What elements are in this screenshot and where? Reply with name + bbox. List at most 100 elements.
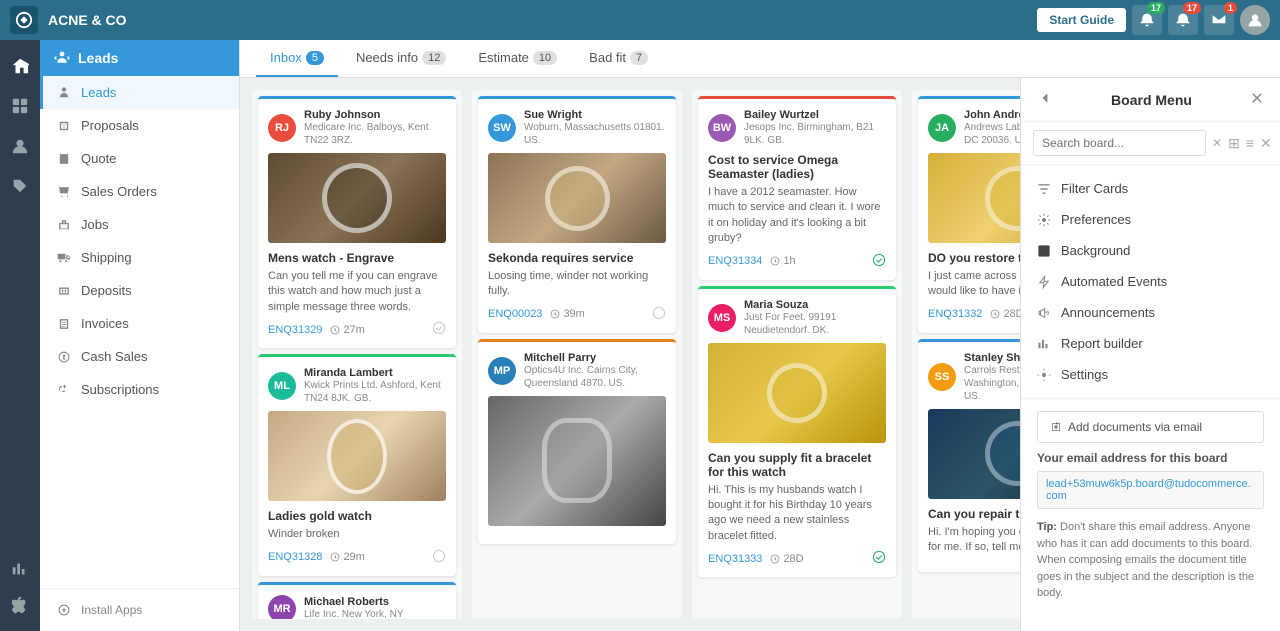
nav-item-cash-sales[interactable]: Cash Sales: [40, 340, 239, 373]
card-desc-sue: Loosing time, winder not working fully.: [488, 269, 666, 300]
card-michael-roberts[interactable]: MR Michael Roberts Life Inc. New York, N…: [258, 582, 456, 619]
card-customer-michael: Michael Roberts: [304, 596, 404, 608]
company-name: ACNE & CO: [48, 12, 1027, 28]
menu-item-automated-events[interactable]: Automated Events: [1021, 266, 1280, 297]
card-customer-ruby: Ruby Johnson: [304, 109, 446, 121]
sidebar-home-icon[interactable]: [2, 48, 38, 84]
card-company-ruby: Medicare Inc. Balboys, Kent TN22 3RZ.: [304, 121, 446, 147]
nav-item-sales-orders[interactable]: Sales Orders: [40, 175, 239, 208]
card-ruby-johnson[interactable]: RJ Ruby Johnson Medicare Inc. Balboys, K…: [258, 96, 456, 348]
board-menu-close-button[interactable]: [1250, 91, 1264, 108]
nav-item-leads[interactable]: Leads: [40, 76, 239, 109]
card-ref-miranda: ENQ31328: [268, 551, 322, 563]
sidebar-bottom: [2, 551, 38, 623]
board-menu-search-section: ✕ ⊞ ≡ ✕: [1021, 122, 1280, 165]
nav-item-subscriptions[interactable]: Subscriptions: [40, 373, 239, 406]
install-apps-button[interactable]: Install Apps: [54, 597, 225, 623]
nav-header: Leads: [40, 40, 239, 76]
card-mitchell-parry[interactable]: MP Mitchell Parry Optics4U Inc. Cairns C…: [478, 339, 676, 544]
menu-item-filter-cards[interactable]: Filter Cards: [1021, 173, 1280, 204]
board-menu-body: Add documents via email Your email addre…: [1021, 399, 1280, 631]
card-bailey-wurtzel[interactable]: BW Bailey Wurtzel Jesops Inc. Birmingham…: [698, 96, 896, 280]
card-ref-bailey: ENQ31334: [708, 255, 762, 267]
nav-item-jobs[interactable]: Jobs: [40, 208, 239, 241]
card-ref-john: ENQ31332: [928, 308, 982, 320]
tab-inbox[interactable]: Inbox 5: [256, 40, 338, 77]
kanban-col-1: RJ Ruby Johnson Medicare Inc. Balboys, K…: [252, 90, 462, 619]
nav-item-deposits[interactable]: Deposits: [40, 274, 239, 307]
tip-label: Tip:: [1037, 521, 1057, 533]
notifications-icon1[interactable]: 17: [1132, 5, 1162, 35]
card-ref-maria: ENQ31333: [708, 553, 762, 565]
kanban-board: RJ Ruby Johnson Medicare Inc. Balboys, K…: [240, 78, 1020, 631]
kanban-area: RJ Ruby Johnson Medicare Inc. Balboys, K…: [240, 78, 1280, 631]
card-avatar-maria: MS: [708, 304, 736, 332]
tab-bad-fit[interactable]: Bad fit 7: [575, 40, 662, 77]
card-time-ruby: 27m: [330, 324, 364, 336]
card-company-mitchell: Optics4U Inc. Cairns City, Queensland 48…: [524, 364, 666, 390]
search-close-icon[interactable]: ✕: [1260, 135, 1272, 152]
card-miranda-lambert[interactable]: ML Miranda Lambert Kwick Prints Ltd. Ash…: [258, 354, 456, 575]
card-title-ruby: Mens watch - Engrave: [268, 251, 446, 265]
card-avatar-michael: MR: [268, 595, 296, 619]
tab-estimate[interactable]: Estimate 10: [464, 40, 571, 77]
menu-settings-label: Settings: [1061, 367, 1108, 382]
search-clear-icon[interactable]: ✕: [1212, 136, 1222, 150]
kanban-col-1-cards: RJ Ruby Johnson Medicare Inc. Balboys, K…: [252, 90, 462, 619]
menu-automated-events-label: Automated Events: [1061, 274, 1167, 289]
card-customer-stanley: Stanley Shover: [964, 352, 1020, 364]
notifications-icon2[interactable]: 17: [1168, 5, 1198, 35]
menu-item-report-builder[interactable]: Report builder: [1021, 328, 1280, 359]
topbar: ACNE & CO Start Guide 17 17 1: [0, 0, 1280, 40]
kanban-col-2-cards: SW Sue Wright Woburn, Massachusetts 0180…: [472, 90, 682, 550]
card-image-john: [928, 153, 1020, 243]
nav-item-invoices[interactable]: Invoices: [40, 307, 239, 340]
card-john-andrews[interactable]: JA John Andrews Andrews Labs Inc. Washin…: [918, 96, 1020, 333]
sidebar-tag-icon[interactable]: [2, 168, 38, 204]
card-title-stanley: Can you repair this?: [928, 507, 1020, 521]
sidebar-settings-icon[interactable]: [2, 587, 38, 623]
menu-report-builder-label: Report builder: [1061, 336, 1143, 351]
start-guide-button[interactable]: Start Guide: [1037, 8, 1126, 32]
card-image-mitchell: [488, 396, 666, 526]
card-info-maria: Maria Souza Just For Feet. 99191 Neudiet…: [744, 299, 886, 337]
card-title-miranda: Ladies gold watch: [268, 509, 446, 523]
menu-item-announcements[interactable]: Announcements: [1021, 297, 1280, 328]
messages-icon[interactable]: 1: [1204, 5, 1234, 35]
card-time-miranda: 29m: [330, 551, 364, 563]
topbar-actions: Start Guide 17 17 1: [1037, 5, 1270, 35]
search-grid-icon[interactable]: ≡: [1246, 135, 1254, 151]
board-search-input[interactable]: [1033, 130, 1206, 156]
notification-badge1: 17: [1147, 2, 1165, 14]
card-customer-john: John Andrews: [964, 109, 1020, 121]
nav-item-quote[interactable]: Quote: [40, 142, 239, 175]
add-documents-label: Add documents via email: [1068, 420, 1202, 434]
card-time-maria: 28D: [770, 553, 803, 565]
tab-needs-info[interactable]: Needs info 12: [342, 40, 460, 77]
user-avatar[interactable]: [1240, 5, 1270, 35]
nav-item-shipping[interactable]: Shipping: [40, 241, 239, 274]
card-customer-maria: Maria Souza: [744, 299, 886, 311]
nav-item-proposals[interactable]: Proposals: [40, 109, 239, 142]
app-logo[interactable]: [10, 6, 38, 34]
board-menu-back-button[interactable]: [1037, 90, 1053, 109]
sidebar-chart-icon[interactable]: [2, 551, 38, 587]
card-customer-bailey: Bailey Wurtzel: [744, 109, 886, 121]
card-maria-souza[interactable]: MS Maria Souza Just For Feet. 99191 Neud…: [698, 286, 896, 578]
card-company-maria: Just For Feet. 99191 Neudietendorf. DK.: [744, 311, 886, 337]
add-documents-button[interactable]: Add documents via email: [1037, 411, 1264, 443]
card-sue-wright[interactable]: SW Sue Wright Woburn, Massachusetts 0180…: [478, 96, 676, 333]
search-filter-icon[interactable]: ⊞: [1228, 135, 1240, 152]
menu-item-settings[interactable]: Settings: [1021, 359, 1280, 390]
card-check-sue: [652, 306, 666, 323]
tip-content: Don't share this email address. Anyone w…: [1037, 521, 1254, 599]
menu-item-preferences[interactable]: Preferences: [1021, 204, 1280, 235]
kanban-col-4: JA John Andrews Andrews Labs Inc. Washin…: [912, 90, 1020, 619]
sidebar-user-icon[interactable]: [2, 128, 38, 164]
menu-item-background[interactable]: Background: [1021, 235, 1280, 266]
email-value[interactable]: lead+53muw6k5p.board@tudocommerce.com: [1037, 471, 1264, 509]
sidebar-grid-icon[interactable]: [2, 88, 38, 124]
card-stanley-shover[interactable]: SS Stanley Shover Carrols Restaurant Gro…: [918, 339, 1020, 572]
tab-estimate-count: 10: [533, 51, 557, 65]
card-ref-ruby: ENQ31329: [268, 324, 322, 336]
